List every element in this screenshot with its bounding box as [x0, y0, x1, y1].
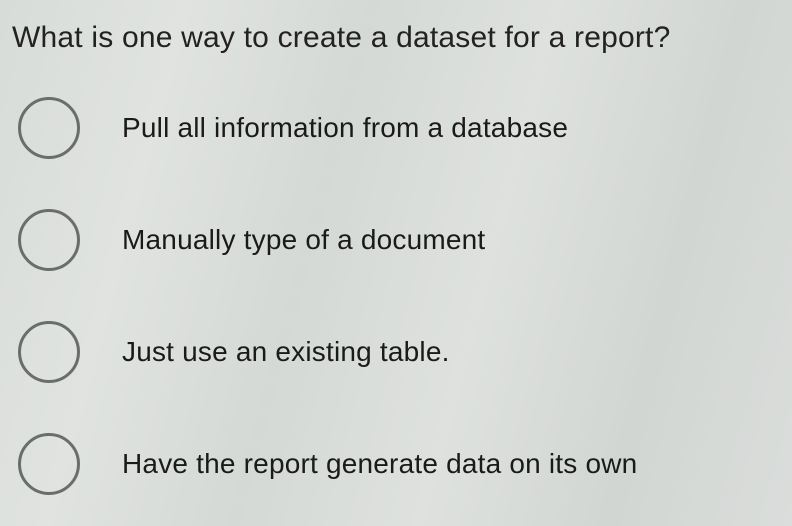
question-text: What is one way to create a dataset for … [12, 18, 768, 57]
option-label: Just use an existing table. [122, 336, 450, 368]
radio-icon[interactable] [18, 433, 80, 495]
options-list: Pull all information from a database Man… [12, 97, 768, 495]
radio-icon[interactable] [18, 321, 80, 383]
radio-icon[interactable] [18, 97, 80, 159]
option-label: Manually type of a document [122, 224, 485, 256]
option-row[interactable]: Have the report generate data on its own [18, 433, 768, 495]
option-label: Pull all information from a database [122, 112, 568, 144]
option-row[interactable]: Manually type of a document [18, 209, 768, 271]
option-label: Have the report generate data on its own [122, 448, 637, 480]
option-row[interactable]: Pull all information from a database [18, 97, 768, 159]
radio-icon[interactable] [18, 209, 80, 271]
option-row[interactable]: Just use an existing table. [18, 321, 768, 383]
